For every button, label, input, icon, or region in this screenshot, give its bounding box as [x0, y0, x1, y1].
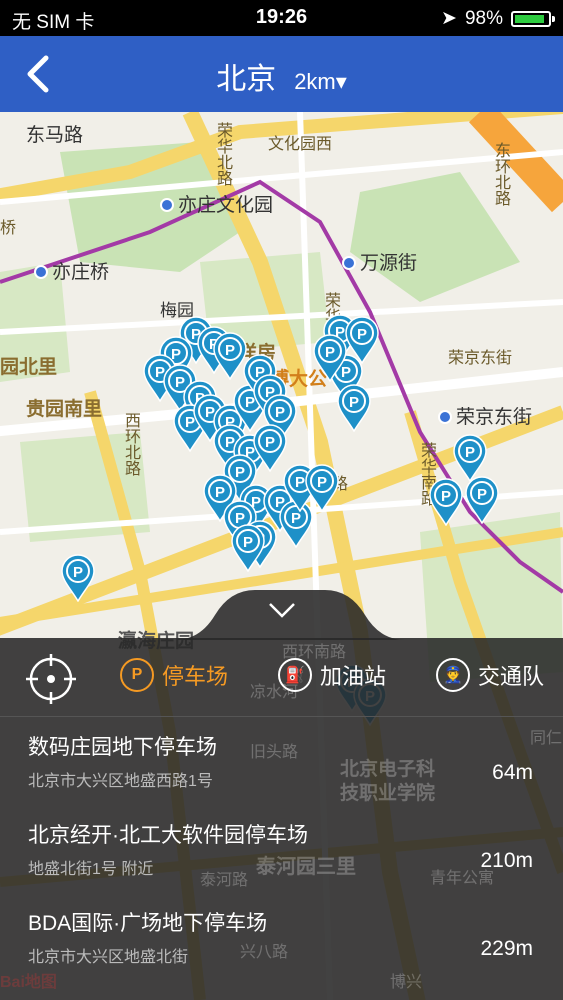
parking-icon: P	[120, 658, 154, 692]
parking-pin-icon[interactable]: P	[452, 434, 488, 482]
road-label: 荣华北路	[214, 122, 231, 186]
parking-name: 北京经开·北工大软件园停车场	[28, 824, 308, 847]
road-label: 荣京东街	[448, 350, 513, 367]
svg-text:P: P	[477, 486, 487, 503]
parking-pin-icon[interactable]: P	[336, 384, 372, 432]
dropdown-icon[interactable]: ▾	[336, 69, 347, 94]
parking-distance: 210m	[480, 849, 533, 872]
tab-gas-station[interactable]: ⛽ 加油站	[278, 658, 386, 692]
gas-station-icon: ⛽	[278, 658, 312, 692]
nav-bar: 北京 2km▾	[0, 36, 563, 112]
road-label: 桥	[0, 220, 17, 237]
metro-station-label: 亦庄文化园	[160, 190, 273, 217]
category-tabs: P 停车场 ⛽ 加油站 👮 交通队	[0, 640, 563, 717]
status-right: ➤ 98%	[441, 7, 555, 30]
parking-pin-icon[interactable]: P	[60, 554, 96, 602]
svg-text:P: P	[325, 344, 335, 361]
parking-distance: 64m	[492, 761, 533, 784]
svg-text:P: P	[291, 510, 301, 527]
parking-list: 数码庄园地下停车场 北京市大兴区地盛西路1号 64m 北京经开·北工大软件园停车…	[0, 717, 563, 981]
tab-label: 停车场	[162, 664, 229, 689]
parking-address: 北京市大兴区地盛西路1号	[28, 773, 213, 790]
metro-station-label: 荣京东街	[438, 402, 532, 429]
map-label: 东马路	[26, 125, 84, 146]
parking-address: 北京市大兴区地盛北街	[28, 949, 189, 966]
battery-icon	[511, 10, 555, 27]
parking-address: 地盛北街1号 附近	[28, 861, 154, 878]
svg-text:P: P	[275, 404, 285, 421]
svg-text:P: P	[441, 488, 451, 505]
svg-text:P: P	[349, 394, 359, 411]
tab-parking[interactable]: P 停车场	[120, 658, 228, 692]
svg-text:P: P	[357, 326, 367, 343]
police-icon: 👮	[436, 658, 470, 692]
tab-label: 交通队	[478, 664, 545, 689]
parking-distance: 229m	[480, 937, 533, 960]
metro-station-label: 亦庄桥	[34, 257, 109, 284]
list-item[interactable]: BDA国际·广场地下停车场 北京市大兴区地盛北街 229m	[0, 893, 563, 981]
nav-title[interactable]: 北京 2km▾	[0, 54, 563, 98]
list-item[interactable]: 数码庄园地下停车场 北京市大兴区地盛西路1号 64m	[0, 717, 563, 805]
svg-text:P: P	[225, 342, 235, 359]
parking-pin-icon[interactable]: P	[464, 476, 500, 524]
battery-percent: 98%	[464, 7, 503, 29]
parking-name: 数码庄园地下停车场	[28, 736, 217, 759]
location-arrow-icon: ➤	[441, 8, 457, 29]
parking-name: BDA国际·广场地下停车场	[28, 912, 268, 935]
status-bar: 无 SIM 卡 19:26 ➤ 98%	[0, 0, 563, 36]
locate-icon[interactable]	[26, 654, 76, 704]
metro-station-label: 万源街	[342, 248, 417, 275]
road-label: 东环北路	[492, 142, 509, 206]
parking-pin-icon[interactable]: P	[312, 334, 348, 382]
road-label: 西环北路	[122, 412, 139, 476]
radius-selector[interactable]: 2km	[294, 69, 336, 94]
tab-traffic-police[interactable]: 👮 交通队	[436, 658, 544, 692]
svg-text:P: P	[243, 534, 253, 551]
list-item[interactable]: 北京经开·北工大软件园停车场 地盛北街1号 附近 210m	[0, 805, 563, 893]
svg-text:P: P	[265, 434, 275, 451]
collapse-icon[interactable]	[266, 600, 298, 620]
svg-text:P: P	[465, 444, 475, 461]
svg-text:P: P	[215, 484, 225, 501]
parking-pin-icon[interactable]: P	[230, 524, 266, 572]
tab-label: 加油站	[320, 664, 387, 689]
svg-text:P: P	[73, 564, 83, 581]
map-label: 园北里	[0, 357, 58, 378]
svg-text:P: P	[317, 474, 327, 491]
city-title: 北京	[216, 63, 277, 96]
parking-pin-icon[interactable]: P	[304, 464, 340, 512]
road-label: 文化园西	[268, 136, 333, 153]
map-label: 贵园南里	[26, 399, 103, 420]
parking-pin-icon[interactable]: P	[428, 478, 464, 526]
